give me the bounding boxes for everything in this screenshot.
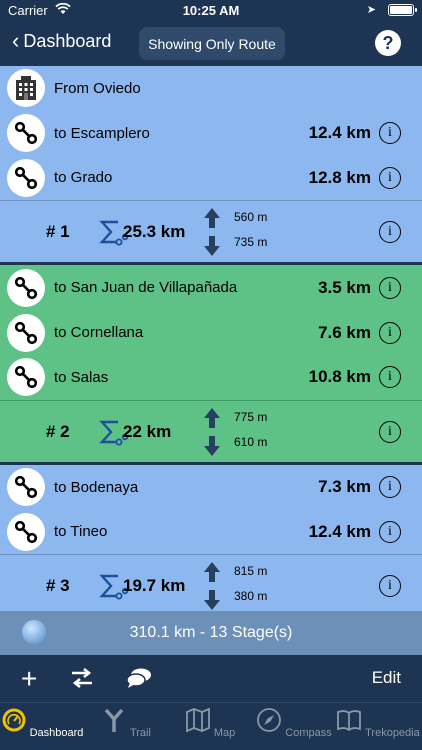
route-summary-text: 310.1 km - 13 Stage(s): [129, 624, 293, 641]
origin-name: From Oviedo: [54, 79, 141, 97]
leg-row[interactable]: to Cornellana 7.6 km i: [0, 310, 422, 355]
info-icon[interactable]: i: [379, 476, 401, 499]
compass-icon: [257, 708, 282, 732]
route-link-icon: [7, 358, 45, 397]
battery-icon: [388, 4, 417, 16]
chevron-left-icon: ‹: [12, 28, 20, 53]
leg-row[interactable]: to Bodenaya 7.3 km i: [0, 464, 422, 510]
tab-map[interactable]: Map: [168, 707, 252, 739]
stage-total-distance: 22 km: [123, 421, 172, 441]
descent-arrow-icon: [204, 435, 220, 456]
route-summary-bar: 310.1 km - 13 Stage(s): [0, 611, 422, 655]
stage-descent: 735 m: [234, 235, 268, 250]
stage-total-distance: 19.7 km: [123, 576, 186, 596]
leg-distance: 3.5 km: [318, 277, 371, 297]
leg-distance: 7.6 km: [318, 322, 371, 342]
leg-row[interactable]: to Salas 10.8 km i: [0, 354, 422, 400]
building-icon: [7, 69, 45, 108]
tab-trail[interactable]: Trail: [84, 707, 168, 739]
stage-number: # 2: [46, 421, 70, 441]
leg-destination: to Salas: [54, 368, 109, 386]
leg-row[interactable]: to Tineo 12.4 km i: [0, 509, 422, 555]
tab-label: Trekopedia: [365, 727, 420, 739]
ascent-arrow-icon: [204, 407, 220, 428]
leg-row[interactable]: to Grado 12.8 km i: [0, 155, 422, 201]
route-link-icon: [7, 268, 45, 307]
stage-summary-row[interactable]: # 3 19.7 km 815 m 380 m i: [0, 554, 422, 617]
route-link-icon: [7, 114, 45, 153]
leg-distance: 12.4 km: [308, 521, 371, 541]
info-icon[interactable]: i: [379, 420, 401, 443]
clock: 10:25 AM: [182, 3, 240, 18]
back-button[interactable]: ‹ Dashboard: [12, 30, 111, 52]
route-link-icon: [7, 158, 45, 197]
info-icon[interactable]: i: [379, 575, 401, 598]
tab-label: Trail: [129, 727, 151, 739]
info-icon[interactable]: i: [379, 520, 401, 543]
stage-descent: 380 m: [234, 589, 268, 604]
ascent-arrow-icon: [204, 562, 220, 583]
tab-bar: Dashboard Trail Map Compass Trekopedia: [0, 702, 422, 750]
back-label: Dashboard: [23, 30, 112, 51]
route-link-icon: [7, 512, 45, 551]
stage-ascent: 560 m: [234, 210, 268, 225]
help-icon[interactable]: ?: [375, 30, 401, 56]
stage-summary-row[interactable]: # 1 25.3 km 560 m 735 m i: [0, 200, 422, 263]
stage-summary-row[interactable]: # 2 22 km 775 m 610 m i: [0, 399, 422, 462]
origin-row[interactable]: From Oviedo: [0, 66, 422, 111]
swap-arrows-icon[interactable]: [70, 667, 94, 689]
trail-icon: [104, 708, 124, 732]
descent-arrow-icon: [204, 236, 220, 257]
info-icon[interactable]: i: [379, 276, 401, 299]
add-icon[interactable]: +: [21, 663, 37, 695]
info-icon[interactable]: i: [379, 122, 401, 145]
leg-destination: to Cornellana: [54, 324, 144, 342]
book-icon: [337, 710, 362, 732]
stage-ascent: 815 m: [234, 564, 268, 579]
bottom-toolbar: + Edit: [0, 655, 422, 702]
status-bar: Carrier 10:25 AM ➤: [0, 0, 422, 20]
info-icon[interactable]: i: [379, 166, 401, 189]
tab-dashboard[interactable]: Dashboard: [0, 707, 84, 739]
gauge-icon: [2, 708, 26, 732]
leg-destination: to Escamplero: [54, 124, 150, 142]
chat-bubbles-icon[interactable]: [126, 667, 152, 689]
ascent-arrow-icon: [204, 208, 220, 229]
leg-row[interactable]: to Escamplero 12.4 km i: [0, 110, 422, 156]
map-icon: [185, 707, 210, 733]
leg-row[interactable]: to San Juan de Villapañada 3.5 km i: [0, 265, 422, 311]
route-link-icon: [7, 313, 45, 352]
tab-label: Map: [213, 727, 236, 739]
stage-total-distance: 25.3 km: [123, 222, 186, 242]
leg-destination: to Tineo: [54, 523, 108, 541]
showing-only-route-button[interactable]: Showing Only Route: [139, 27, 285, 60]
descent-arrow-icon: [204, 590, 220, 611]
leg-destination: to Bodenaya: [54, 478, 139, 496]
navigation-bar: ‹ Dashboard Showing Only Route ?: [0, 20, 422, 66]
stage-number: # 1: [46, 222, 70, 242]
leg-distance: 12.4 km: [308, 123, 371, 143]
tab-trekopedia[interactable]: Trekopedia: [336, 707, 420, 739]
tab-label: Compass: [285, 727, 332, 739]
info-icon[interactable]: i: [379, 321, 401, 344]
tab-compass[interactable]: Compass: [252, 707, 336, 739]
leg-distance: 10.8 km: [308, 367, 371, 387]
location-arrow-icon: ➤: [366, 4, 376, 16]
info-icon[interactable]: i: [379, 221, 401, 244]
route-link-icon: [7, 468, 45, 507]
edit-button[interactable]: Edit: [372, 668, 401, 688]
stage-descent: 610 m: [234, 434, 268, 449]
leg-distance: 7.3 km: [318, 477, 371, 497]
leg-destination: to Grado: [54, 169, 113, 187]
info-icon[interactable]: i: [379, 366, 401, 389]
route-list: From Oviedo to Escamplero 12.4 km i to Grado…: [0, 66, 422, 620]
tab-label: Dashboard: [29, 727, 84, 739]
leg-destination: to San Juan de Villapañada: [54, 279, 238, 297]
stage-number: # 3: [46, 576, 70, 596]
stage-ascent: 775 m: [234, 409, 268, 424]
leg-distance: 12.8 km: [308, 167, 371, 187]
